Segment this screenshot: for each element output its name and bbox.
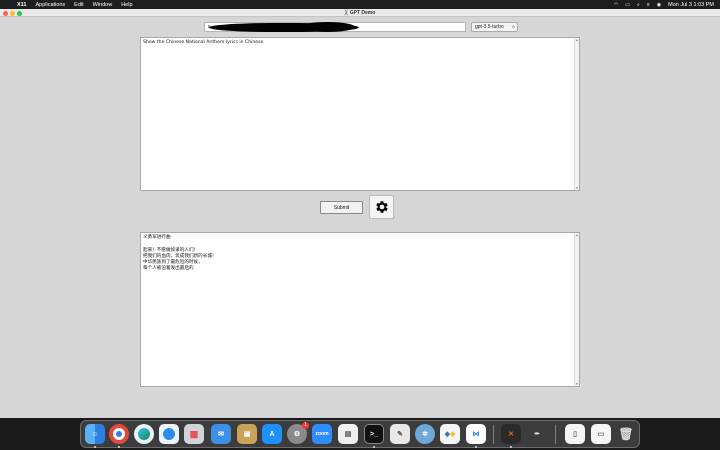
settings-button[interactable] xyxy=(369,195,394,219)
safari-icon[interactable] xyxy=(159,424,179,444)
xquartz-icon[interactable]: ✕ xyxy=(501,424,521,444)
response-textarea[interactable]: 义勇军进行曲 起来！不愿做奴隶的人们！ 把我们的血肉，筑成我们新的长城！ 中华民… xyxy=(140,232,580,387)
keychain-icon[interactable]: ✲ xyxy=(415,424,435,444)
menu-applications[interactable]: Applications xyxy=(35,2,65,8)
submit-button[interactable]: Submit xyxy=(320,201,363,214)
terminal-icon[interactable]: >_ xyxy=(364,424,384,444)
preview-icon[interactable]: ▤ xyxy=(338,424,358,444)
script-editor-icon[interactable]: ✎ xyxy=(390,424,410,444)
document-icon[interactable]: ▭ xyxy=(591,424,611,444)
edge-icon[interactable] xyxy=(134,424,154,444)
mail-icon[interactable]: ✉ xyxy=(211,424,231,444)
notification-badge: 1 xyxy=(302,422,309,429)
app-store-icon[interactable]: A xyxy=(262,424,282,444)
dock-separator xyxy=(555,425,556,444)
running-indicator xyxy=(373,446,375,448)
menu-app-name[interactable]: X11 xyxy=(17,2,26,8)
siri-icon[interactable]: ◉ xyxy=(657,2,661,8)
window-title: GPT Demo xyxy=(349,10,376,16)
status-area: ◠ ▭ ⌕ ≡ ◉ Mon Jul 3 1:03 PM xyxy=(614,0,714,9)
prompt-scrollbar[interactable]: ▲ ▼ xyxy=(574,38,579,190)
menu-window[interactable]: Window xyxy=(93,2,113,8)
model-select-value: gpt-3.5-turbo xyxy=(475,24,504,30)
zoom-icon[interactable]: zoom xyxy=(312,424,332,444)
zoom-label: zoom xyxy=(315,431,329,437)
redaction-mark xyxy=(300,22,355,32)
file-icon[interactable]: ▯ xyxy=(565,424,585,444)
python-icon[interactable]: ◆ ◆ xyxy=(440,424,460,444)
gear-icon xyxy=(375,201,388,213)
title-bar[interactable]: ╳ GPT Demo xyxy=(0,9,720,17)
launchpad-icon[interactable]: ▦ xyxy=(184,424,204,444)
running-indicator xyxy=(475,446,477,448)
running-indicator xyxy=(510,446,512,448)
control-center-icon[interactable]: ≡ xyxy=(647,2,650,8)
response-scrollbar[interactable]: ▲ ▼ xyxy=(574,233,579,386)
prompt-textarea[interactable]: Show the Chinese National Anthem lyrics … xyxy=(140,37,580,191)
updown-arrow-icon: ◇ xyxy=(511,24,515,29)
menu-bar: X11 Applications Edit Window Help ◠ ▭ ⌕ … xyxy=(0,0,720,9)
battery-icon[interactable]: ▭ xyxy=(625,2,630,8)
pen-icon[interactable]: ✒ xyxy=(527,424,547,444)
prompt-text: Show the Chinese National Anthem lyrics … xyxy=(143,40,264,45)
running-indicator xyxy=(118,446,120,448)
chrome-icon[interactable] xyxy=(109,424,129,444)
scroll-up-icon[interactable]: ▲ xyxy=(575,38,579,42)
vscode-icon[interactable]: ⋈ xyxy=(466,424,486,444)
dock: ☺ ▦ ✉ ▣ A ⚙ 1 zoom ▤ >_ ✎ ✲ ◆ ◆ ⋈ ✕ ✒ ▯ ▭… xyxy=(80,420,640,448)
response-text: 义勇军进行曲 起来！不愿做奴隶的人们！ 把我们的血肉，筑成我们新的长城！ 中华民… xyxy=(143,235,217,272)
menu-edit[interactable]: Edit xyxy=(74,2,83,8)
scroll-down-icon[interactable]: ▼ xyxy=(575,186,579,190)
model-select[interactable]: gpt-3.5-turbo ◇ xyxy=(471,22,518,32)
dock-separator xyxy=(493,425,494,444)
notes-icon[interactable]: ▣ xyxy=(237,424,257,444)
app-window: ╳GPT Demo gpt-3.5-turbo ◇ Show the Chine… xyxy=(0,9,720,418)
running-indicator xyxy=(94,446,96,448)
menu-clock[interactable]: Mon Jul 3 1:03 PM xyxy=(668,2,714,8)
wifi-icon[interactable]: ◠ xyxy=(614,2,618,8)
scroll-up-icon[interactable]: ▲ xyxy=(575,233,579,237)
trash-icon[interactable]: 🗑 xyxy=(616,424,636,444)
x11-icon: ╳ xyxy=(344,10,348,16)
finder-icon[interactable]: ☺ xyxy=(85,424,105,444)
scroll-down-icon[interactable]: ▼ xyxy=(575,382,579,386)
search-icon[interactable]: ⌕ xyxy=(637,2,640,8)
menu-help[interactable]: Help xyxy=(121,2,132,8)
